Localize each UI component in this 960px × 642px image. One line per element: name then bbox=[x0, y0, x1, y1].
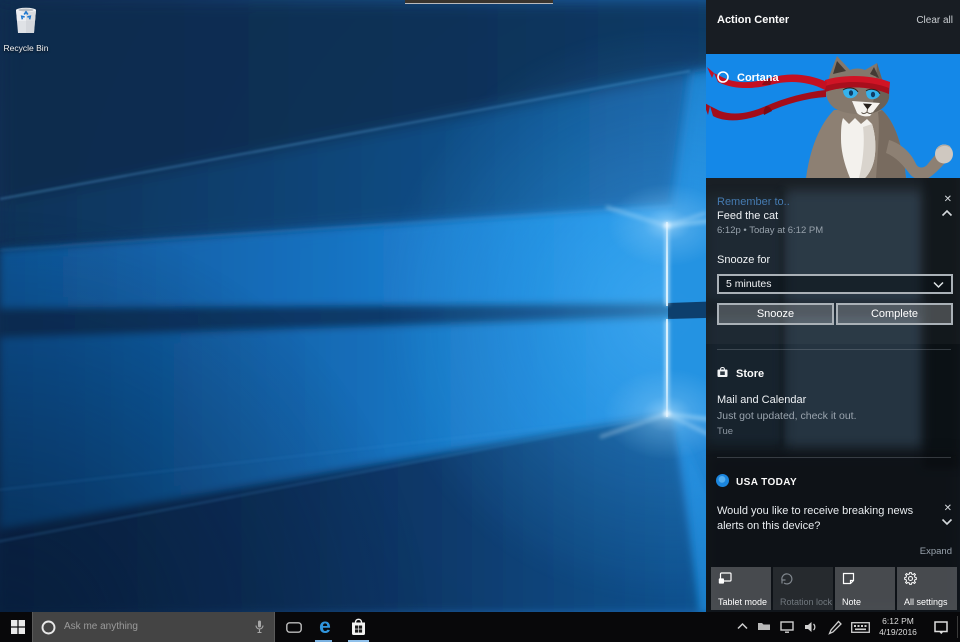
svg-text:Cortana: Cortana bbox=[737, 72, 779, 84]
